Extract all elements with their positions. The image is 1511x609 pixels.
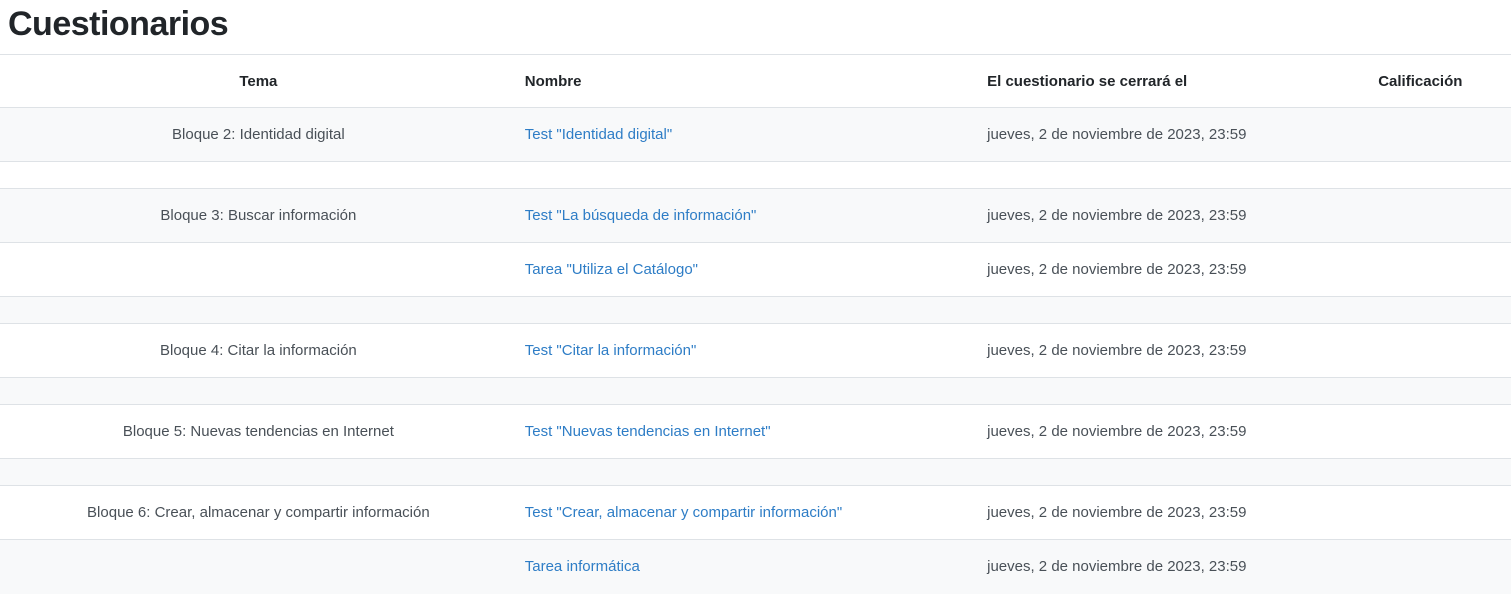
nombre-cell: Test "Identidad digital" (517, 108, 979, 162)
table-row: Bloque 6: Crear, almacenar y compartir i… (0, 486, 1511, 540)
calificacion-cell (1330, 324, 1511, 378)
tema-cell (0, 459, 517, 486)
calificacion-cell (1330, 243, 1511, 297)
nombre-cell (517, 162, 979, 189)
fecha-cierre-cell (979, 378, 1330, 405)
quiz-index-page: Cuestionarios Tema Nombre El cuestionari… (0, 4, 1511, 609)
table-row: Bloque 4: Citar la información Test "Cita… (0, 324, 1511, 378)
tema-cell: Bloque 5: Nuevas tendencias en Internet (0, 405, 517, 459)
nombre-cell: Test "Crear, almacenar y compartir infor… (517, 486, 979, 540)
nombre-cell (517, 297, 979, 324)
header-calificacion: Calificación (1330, 55, 1511, 108)
table-spacer-row (0, 162, 1511, 189)
fecha-cierre-cell: jueves, 2 de noviembre de 2023, 23:59 (979, 108, 1330, 162)
nombre-cell: Test "Nuevas tendencias en Internet" (517, 405, 979, 459)
tema-cell (0, 297, 517, 324)
table-row: Bloque 3: Buscar información Test "La bús… (0, 189, 1511, 243)
calificacion-cell (1330, 540, 1511, 594)
table-row: Bloque 5: Nuevas tendencias en Internet T… (0, 405, 1511, 459)
fecha-cierre-cell: jueves, 2 de noviembre de 2023, 23:59 (979, 486, 1330, 540)
calificacion-cell (1330, 108, 1511, 162)
nombre-cell: Test "La búsqueda de información" (517, 189, 979, 243)
calificacion-cell (1330, 405, 1511, 459)
table-row: Bloque 2: Identidad digital Test "Identid… (0, 108, 1511, 162)
activity-link[interactable]: Tarea informática (525, 558, 640, 575)
activity-link[interactable]: Test "Citar la información" (525, 342, 697, 359)
nombre-cell: Test "Citar la información" (517, 324, 979, 378)
header-quiz-closes: El cuestionario se cerrará el (979, 55, 1330, 108)
activity-link[interactable]: Test "Identidad digital" (525, 126, 672, 143)
nombre-cell (517, 378, 979, 405)
fecha-cierre-cell: jueves, 2 de noviembre de 2023, 23:59 (979, 189, 1330, 243)
header-tema: Tema (0, 55, 517, 108)
nombre-cell: Tarea "Utiliza el Catálogo" (517, 243, 979, 297)
calificacion-cell (1330, 378, 1511, 405)
tema-cell: Bloque 4: Citar la información (0, 324, 517, 378)
activity-link[interactable]: Test "Crear, almacenar y compartir infor… (525, 504, 842, 521)
table-spacer-row (0, 297, 1511, 324)
header-nombre: Nombre (517, 55, 979, 108)
table-header-row: Tema Nombre El cuestionario se cerrará e… (0, 55, 1511, 108)
activity-link[interactable]: Test "Nuevas tendencias en Internet" (525, 423, 771, 440)
table-body: Bloque 2: Identidad digital Test "Identid… (0, 108, 1511, 594)
calificacion-cell (1330, 486, 1511, 540)
tema-cell (0, 243, 517, 297)
fecha-cierre-cell (979, 162, 1330, 189)
calificacion-cell (1330, 459, 1511, 486)
fecha-cierre-cell: jueves, 2 de noviembre de 2023, 23:59 (979, 405, 1330, 459)
nombre-cell (517, 459, 979, 486)
table-row: Tarea "Utiliza el Catálogo" jueves, 2 de … (0, 243, 1511, 297)
nombre-cell: Tarea informática (517, 540, 979, 594)
calificacion-cell (1330, 189, 1511, 243)
table-header: Tema Nombre El cuestionario se cerrará e… (0, 55, 1511, 108)
fecha-cierre-cell: jueves, 2 de noviembre de 2023, 23:59 (979, 243, 1330, 297)
fecha-cierre-cell (979, 297, 1330, 324)
calificacion-cell (1330, 162, 1511, 189)
tema-cell: Bloque 6: Crear, almacenar y compartir i… (0, 486, 517, 540)
activity-link[interactable]: Test "La búsqueda de información" (525, 207, 757, 224)
tema-cell (0, 540, 517, 594)
table-row: Tarea informática jueves, 2 de noviembre … (0, 540, 1511, 594)
calificacion-cell (1330, 297, 1511, 324)
page-title: Cuestionarios (8, 4, 1503, 45)
quiz-index-table: Tema Nombre El cuestionario se cerrará e… (0, 54, 1511, 594)
table-spacer-row (0, 459, 1511, 486)
activity-link[interactable]: Tarea "Utiliza el Catálogo" (525, 261, 698, 278)
fecha-cierre-cell: jueves, 2 de noviembre de 2023, 23:59 (979, 324, 1330, 378)
table-spacer-row (0, 378, 1511, 405)
tema-cell: Bloque 3: Buscar información (0, 189, 517, 243)
fecha-cierre-cell: jueves, 2 de noviembre de 2023, 23:59 (979, 540, 1330, 594)
tema-cell (0, 162, 517, 189)
tema-cell (0, 378, 517, 405)
tema-cell: Bloque 2: Identidad digital (0, 108, 517, 162)
fecha-cierre-cell (979, 459, 1330, 486)
